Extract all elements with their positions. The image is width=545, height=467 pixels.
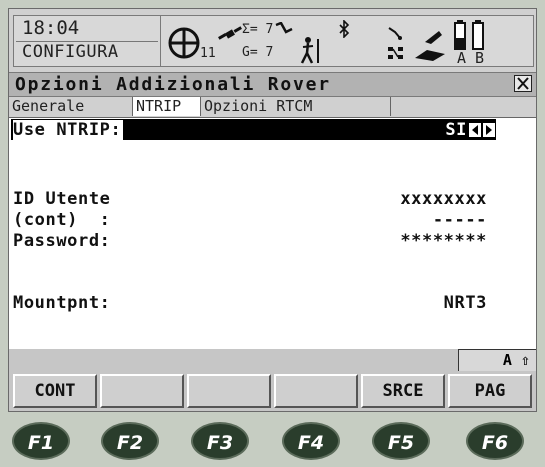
password-label: Password: <box>13 231 111 251</box>
left-right-arrows-icon[interactable] <box>469 123 495 137</box>
use-ntrip-label: Use NTRIP: <box>13 120 124 140</box>
tab-bar: Generale NTRIP Opzioni RTCM <box>9 97 536 118</box>
function-key-row: F1 F2 F3 F4 F5 F6 <box>0 416 545 467</box>
tab-ntrip[interactable]: NTRIP <box>133 97 201 116</box>
function-key-f6[interactable]: F6 <box>466 422 524 460</box>
softkey-bar: CONT SRCE PAG <box>9 371 536 411</box>
function-key-f1[interactable]: F1 <box>12 422 70 460</box>
caps-indicator: A ⇧ <box>458 349 536 371</box>
satellite-icon <box>218 26 242 40</box>
close-button[interactable] <box>514 75 532 92</box>
function-key-f2[interactable]: F2 <box>101 422 159 460</box>
device-screen: 18:04 CONFIGURA 11 Σ= 7 G= 7 A B Opzioni… <box>8 8 537 412</box>
radio-link-icon <box>388 27 402 40</box>
page-title: Opzioni Addizionali Rover <box>15 74 331 95</box>
user-id-value[interactable]: xxxxxxxx <box>289 189 487 209</box>
gps-position-icon <box>168 27 200 59</box>
battery-icon <box>454 20 484 50</box>
window-title-bar: Opzioni Addizionali Rover <box>9 72 536 97</box>
function-key-f5[interactable]: F5 <box>372 422 430 460</box>
rover-person-icon <box>300 37 319 64</box>
status-bar: 18:04 CONFIGURA 11 Σ= 7 G= 7 A B <box>9 9 536 72</box>
cont-label: (cont) : <box>13 210 111 230</box>
mountpoint-label: Mountpnt: <box>13 293 111 313</box>
glonass-count: G= 7 <box>242 45 274 60</box>
function-key-f4[interactable]: F4 <box>282 422 340 460</box>
memory-card-icon <box>415 50 445 61</box>
softkey-cont[interactable]: CONT <box>13 374 97 408</box>
use-ntrip-value[interactable]: SI <box>389 120 467 140</box>
battery-b-label: B <box>475 49 485 67</box>
battery-a-label: A <box>457 49 467 67</box>
tab-opzioni-rtcm[interactable]: Opzioni RTCM <box>201 97 391 116</box>
softkey-4[interactable] <box>274 374 358 408</box>
close-icon <box>517 77 529 90</box>
softkey-pag[interactable]: PAG <box>448 374 532 408</box>
function-key-f3[interactable]: F3 <box>191 422 249 460</box>
softkey-2[interactable] <box>100 374 184 408</box>
sigma-count: Σ= 7 <box>242 22 274 37</box>
clock: 18:04 <box>22 17 80 39</box>
network-icon <box>388 47 403 59</box>
antenna-arrow-icon <box>425 31 442 44</box>
signal-zigzag-icon <box>275 22 293 34</box>
mode-label: CONFIGURA <box>22 42 119 62</box>
bluetooth-icon <box>339 20 350 38</box>
satellite-count: 11 <box>200 46 216 61</box>
softkey-srce[interactable]: SRCE <box>361 374 445 408</box>
status-icons: 11 Σ= 7 G= 7 A B <box>161 15 534 67</box>
mountpoint-value[interactable]: NRT3 <box>289 293 487 313</box>
caps-bar: A ⇧ <box>9 349 536 371</box>
softkey-3[interactable] <box>187 374 271 408</box>
time-mode-box: 18:04 CONFIGURA <box>13 15 161 67</box>
password-value[interactable]: ******** <box>289 231 487 251</box>
user-id-label: ID Utente <box>13 189 111 209</box>
cont-value[interactable]: ----- <box>289 210 487 230</box>
tab-generale[interactable]: Generale <box>9 97 133 116</box>
